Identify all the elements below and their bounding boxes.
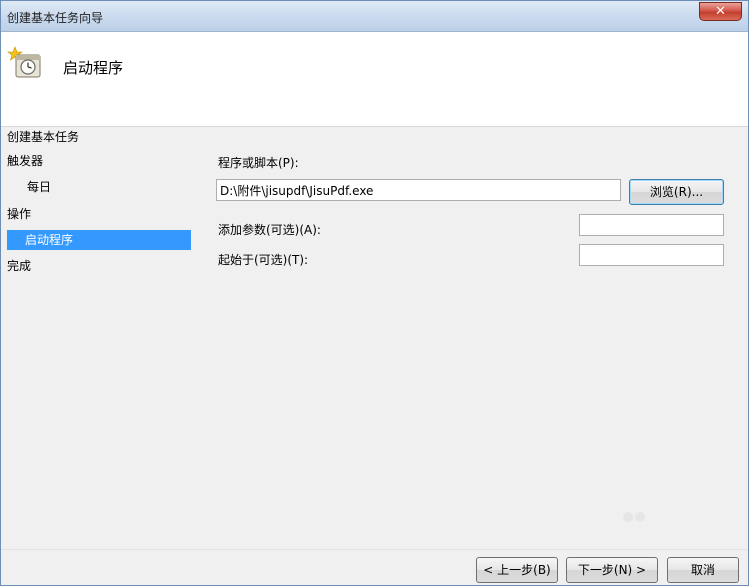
task-wizard-window: 创建基本任务向导 ✕ 启动程序 创建基本任务 触发器 每日 操作 启动程序 完成… xyxy=(0,0,749,586)
arguments-input[interactable] xyxy=(579,214,724,236)
watermark-logo xyxy=(623,512,645,522)
start-in-label: 起始于(可选)(T): xyxy=(218,253,309,267)
nav-step-daily[interactable]: 每日 xyxy=(27,177,51,197)
page-title: 启动程序 xyxy=(63,59,124,77)
footer-separator xyxy=(1,549,748,550)
nav-step-start-program[interactable]: 启动程序 xyxy=(7,230,191,250)
nav-step-trigger[interactable]: 触发器 xyxy=(7,151,43,171)
arguments-label: 添加参数(可选)(A): xyxy=(218,223,321,237)
title-bar[interactable]: 创建基本任务向导 ✕ xyxy=(1,1,748,32)
nav-step-finish[interactable]: 完成 xyxy=(7,256,31,276)
start-in-input[interactable] xyxy=(579,244,724,266)
cancel-button[interactable]: 取消 xyxy=(667,557,739,583)
nav-step-create-basic-task[interactable]: 创建基本任务 xyxy=(7,127,79,147)
task-clock-icon xyxy=(7,46,41,78)
close-icon: ✕ xyxy=(715,4,726,19)
wizard-header: 启动程序 xyxy=(1,32,748,127)
next-button[interactable]: 下一步(N) > xyxy=(566,557,658,583)
program-path-input[interactable] xyxy=(216,179,621,201)
close-button[interactable]: ✕ xyxy=(699,2,742,21)
window-title: 创建基本任务向导 xyxy=(7,11,104,25)
nav-step-action[interactable]: 操作 xyxy=(7,204,31,224)
program-label: 程序或脚本(P): xyxy=(218,156,299,170)
wizard-steps-nav: 创建基本任务 触发器 每日 操作 启动程序 完成 xyxy=(1,127,193,327)
browse-button[interactable]: 浏览(R)... xyxy=(629,179,724,205)
back-button[interactable]: < 上一步(B) xyxy=(476,557,558,583)
